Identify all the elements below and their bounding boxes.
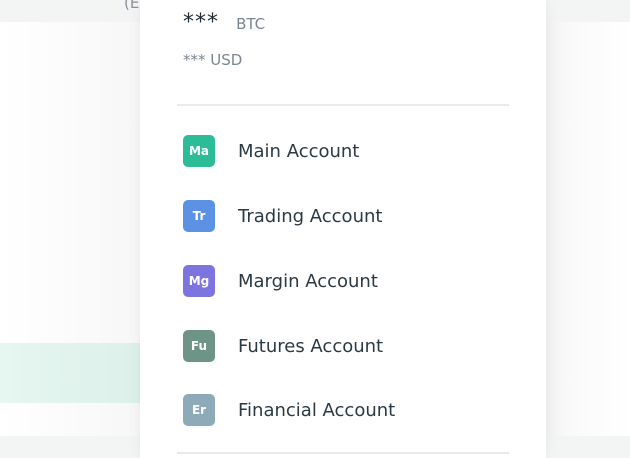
trading-account-icon: Tr	[183, 200, 215, 232]
main-account-icon: Ma	[183, 135, 215, 167]
background-right-panel	[546, 22, 630, 436]
account-label: Financial Account	[238, 399, 396, 421]
margin-account-icon: Mg	[183, 265, 215, 297]
balance-usd: *** USD	[183, 51, 243, 69]
account-label: Main Account	[238, 140, 360, 162]
background-topbar-text: (E	[124, 0, 140, 12]
account-item-futures[interactable]: Fu Futures Account	[183, 329, 503, 363]
financial-account-icon: Er	[183, 394, 215, 426]
account-label: Futures Account	[238, 335, 384, 357]
account-item-margin[interactable]: Mg Margin Account	[183, 264, 503, 298]
futures-account-icon: Fu	[183, 330, 215, 362]
divider	[177, 104, 509, 106]
account-item-financial[interactable]: Er Financial Account	[183, 393, 503, 427]
account-item-trading[interactable]: Tr Trading Account	[183, 199, 503, 233]
account-label: Margin Account	[238, 270, 378, 292]
divider	[177, 452, 509, 454]
page: (E *** BTC *** USD Ma Main Account Tr Tr…	[0, 0, 630, 458]
account-item-main[interactable]: Ma Main Account	[183, 134, 503, 168]
account-label: Trading Account	[238, 205, 383, 227]
background-highlighted-row	[0, 343, 140, 403]
balance-currency: BTC	[236, 15, 266, 33]
balance-amount: ***	[183, 10, 219, 35]
balance-summary: *** BTC	[183, 10, 265, 35]
account-dropdown: *** BTC *** USD Ma Main Account Tr Tradi…	[140, 0, 546, 458]
